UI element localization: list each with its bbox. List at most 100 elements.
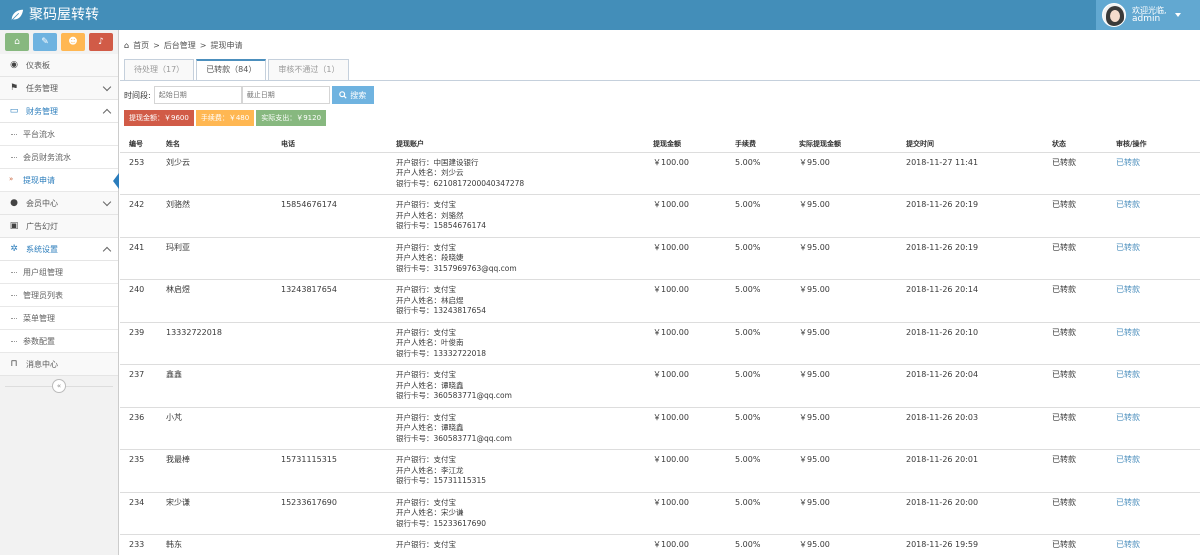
cell-time: 2018-11-26 20:10: [897, 322, 1043, 365]
sidebar-subitem-user-groups[interactable]: 用户组管理: [0, 261, 118, 284]
action-link[interactable]: 已转款: [1116, 328, 1140, 337]
cell-actual: ￥95.00: [790, 237, 897, 280]
avatar: [1102, 3, 1126, 27]
cell-status: 已转款: [1043, 534, 1107, 555]
chevron-down-icon: [102, 197, 112, 207]
cell-account: 开户银行：支付宝: [387, 534, 644, 555]
action-link[interactable]: 已转款: [1116, 413, 1140, 422]
account-line: 开户人姓名：叶俊南: [396, 338, 464, 347]
cell-amount: ￥100.00: [644, 152, 726, 195]
table-row: 233 韩东 开户银行：支付宝 ￥100.00 5.00% ￥95.00 2018-11-2…: [120, 534, 1200, 555]
cell-status: 已转款: [1043, 449, 1107, 493]
cell-time: 2018-11-26 20:01: [897, 449, 1043, 493]
sidebar-subitem-admin-list[interactable]: 管理员列表: [0, 284, 118, 307]
action-link[interactable]: 已转款: [1116, 370, 1140, 379]
sidebar-subitem-label: 菜单管理: [23, 313, 55, 323]
cell-amount: ￥100.00: [644, 237, 726, 280]
tab-pending[interactable]: 待处理（17）: [124, 59, 195, 80]
cell-fee: 5.00%: [726, 534, 790, 555]
account-line: 开户银行：支付宝: [396, 497, 456, 507]
table-row: 253 刘少云 开户银行：中国建设银行 开户人姓名：刘少云 银行卡号：621081720…: [120, 152, 1200, 195]
user-menu[interactable]: 欢迎光临, admin: [1096, 0, 1200, 30]
cell-fee: 5.00%: [726, 492, 790, 535]
end-date-input[interactable]: [241, 86, 330, 104]
sidebar-subitem-platform-flow[interactable]: 平台流水: [0, 123, 118, 146]
search-button-label: 搜索: [350, 90, 367, 100]
cell-time: 2018-11-26 20:19: [897, 237, 1043, 280]
caret-down-icon: [1174, 13, 1181, 17]
cell-id: 235: [120, 449, 157, 493]
tab-rejected[interactable]: 审核不通过（1）: [268, 59, 350, 80]
cell-actual: ￥95.00: [790, 364, 897, 408]
chevron-up-icon: [102, 246, 112, 256]
sidebar-subitem-withdraw[interactable]: » 提现申请: [0, 169, 119, 192]
picture-icon: ▣: [9, 221, 19, 231]
account-line: 银行卡号：15233617690: [396, 518, 486, 528]
cell-action: 已转款: [1107, 364, 1200, 408]
action-link[interactable]: 已转款: [1116, 498, 1140, 507]
summary-badges: 提现金额：￥9600 手续费：￥480 实际支出：￥9120: [124, 110, 327, 126]
shortcut-home-button[interactable]: ⌂: [5, 33, 29, 51]
sidebar-subitem-params[interactable]: 参数配置: [0, 330, 118, 353]
col-status: 状态: [1043, 136, 1107, 153]
action-link[interactable]: 已转款: [1116, 455, 1140, 464]
tab-transferred[interactable]: 已转款（84）: [196, 59, 267, 80]
cell-fee: 5.00%: [726, 279, 790, 323]
sidebar-item-dashboard[interactable]: ◉ 仪表板: [0, 54, 118, 77]
cell-time: 2018-11-27 11:41: [897, 152, 1043, 195]
breadcrumb-separator: >: [199, 41, 207, 50]
col-phone: 电话: [272, 136, 387, 153]
collapse-sidebar-icon[interactable]: «: [52, 379, 66, 393]
cell-name: 玛利亚: [157, 237, 272, 280]
sidebar-item-system[interactable]: ✲ 系统设置: [0, 238, 118, 261]
dashboard-icon: ◉: [10, 60, 18, 70]
shortcut-bell-button[interactable]: ♪: [89, 33, 113, 51]
action-link[interactable]: 已转款: [1116, 158, 1140, 167]
actual-total-badge: 实际支出：￥9120: [256, 110, 327, 126]
cell-time: 2018-11-26 20:19: [897, 194, 1043, 238]
sidebar-subitem-label: 参数配置: [23, 336, 55, 346]
sidebar-item-members[interactable]: ● 会员中心: [0, 192, 118, 215]
withdraw-table: 编号 姓名 电话 提现账户 提现金额 手续费 实际提现金额 提交时间 状态 审核…: [120, 136, 1200, 555]
double-chevron-right-icon: »: [9, 175, 14, 183]
cell-amount: ￥100.00: [644, 194, 726, 238]
breadcrumb-home[interactable]: 首页: [133, 40, 149, 51]
sidebar-item-tasks[interactable]: ⚑ 任务管理: [0, 77, 118, 100]
table-row: 240 林启煜 13243817654 开户银行：支付宝 开户人姓名：林启煜 银行卡号：1…: [120, 279, 1200, 323]
cell-time: 2018-11-26 20:14: [897, 279, 1043, 323]
table-row: 234 宋少谦 15233617690 开户银行：支付宝 开户人姓名：宋少谦 银行卡号：1…: [120, 492, 1200, 535]
sidebar-item-ads[interactable]: ▣ 广告幻灯: [0, 215, 118, 238]
cell-time: 2018-11-26 20:00: [897, 492, 1043, 535]
cell-id: 234: [120, 492, 157, 535]
cell-phone: [272, 364, 387, 408]
action-link[interactable]: 已转款: [1116, 285, 1140, 294]
shortcut-group-button[interactable]: ☻: [61, 33, 85, 51]
breadcrumb: ⌂ 首页 > 后台管理 > 提现申请: [124, 40, 242, 51]
sidebar-subitem-member-flow[interactable]: 会员财务流水: [0, 146, 118, 169]
cell-fee: 5.00%: [726, 152, 790, 195]
breadcrumb-level2[interactable]: 后台管理: [164, 40, 196, 51]
sidebar-subitem-menu[interactable]: 菜单管理: [0, 307, 118, 330]
cell-name: 鑫鑫: [157, 364, 272, 408]
cell-phone: 15854676174: [272, 194, 387, 238]
sidebar-item-finance[interactable]: ▭ 财务管理: [0, 100, 118, 123]
action-link[interactable]: 已转款: [1116, 540, 1140, 549]
brand[interactable]: 聚码屋转转: [10, 0, 99, 30]
cell-phone: [272, 237, 387, 280]
action-link[interactable]: 已转款: [1116, 243, 1140, 252]
cell-actual: ￥95.00: [790, 492, 897, 535]
action-link[interactable]: 已转款: [1116, 200, 1140, 209]
col-amount: 提现金额: [644, 136, 726, 153]
cell-fee: 5.00%: [726, 194, 790, 238]
account-line: 开户银行：支付宝: [396, 540, 456, 549]
shortcut-pencil-button[interactable]: ✎: [33, 33, 57, 51]
sidebar-collapse-bar: «: [0, 376, 118, 396]
cell-time: 2018-11-26 20:03: [897, 407, 1043, 450]
account-line: 开户银行：支付宝: [396, 327, 456, 337]
start-date-input[interactable]: [153, 86, 242, 104]
cell-phone: [272, 152, 387, 195]
col-name: 姓名: [157, 136, 272, 153]
search-button[interactable]: 搜索: [331, 86, 374, 104]
sidebar-item-messages[interactable]: ⊓ 消息中心: [0, 353, 118, 376]
group-icon: ☻: [68, 37, 78, 47]
